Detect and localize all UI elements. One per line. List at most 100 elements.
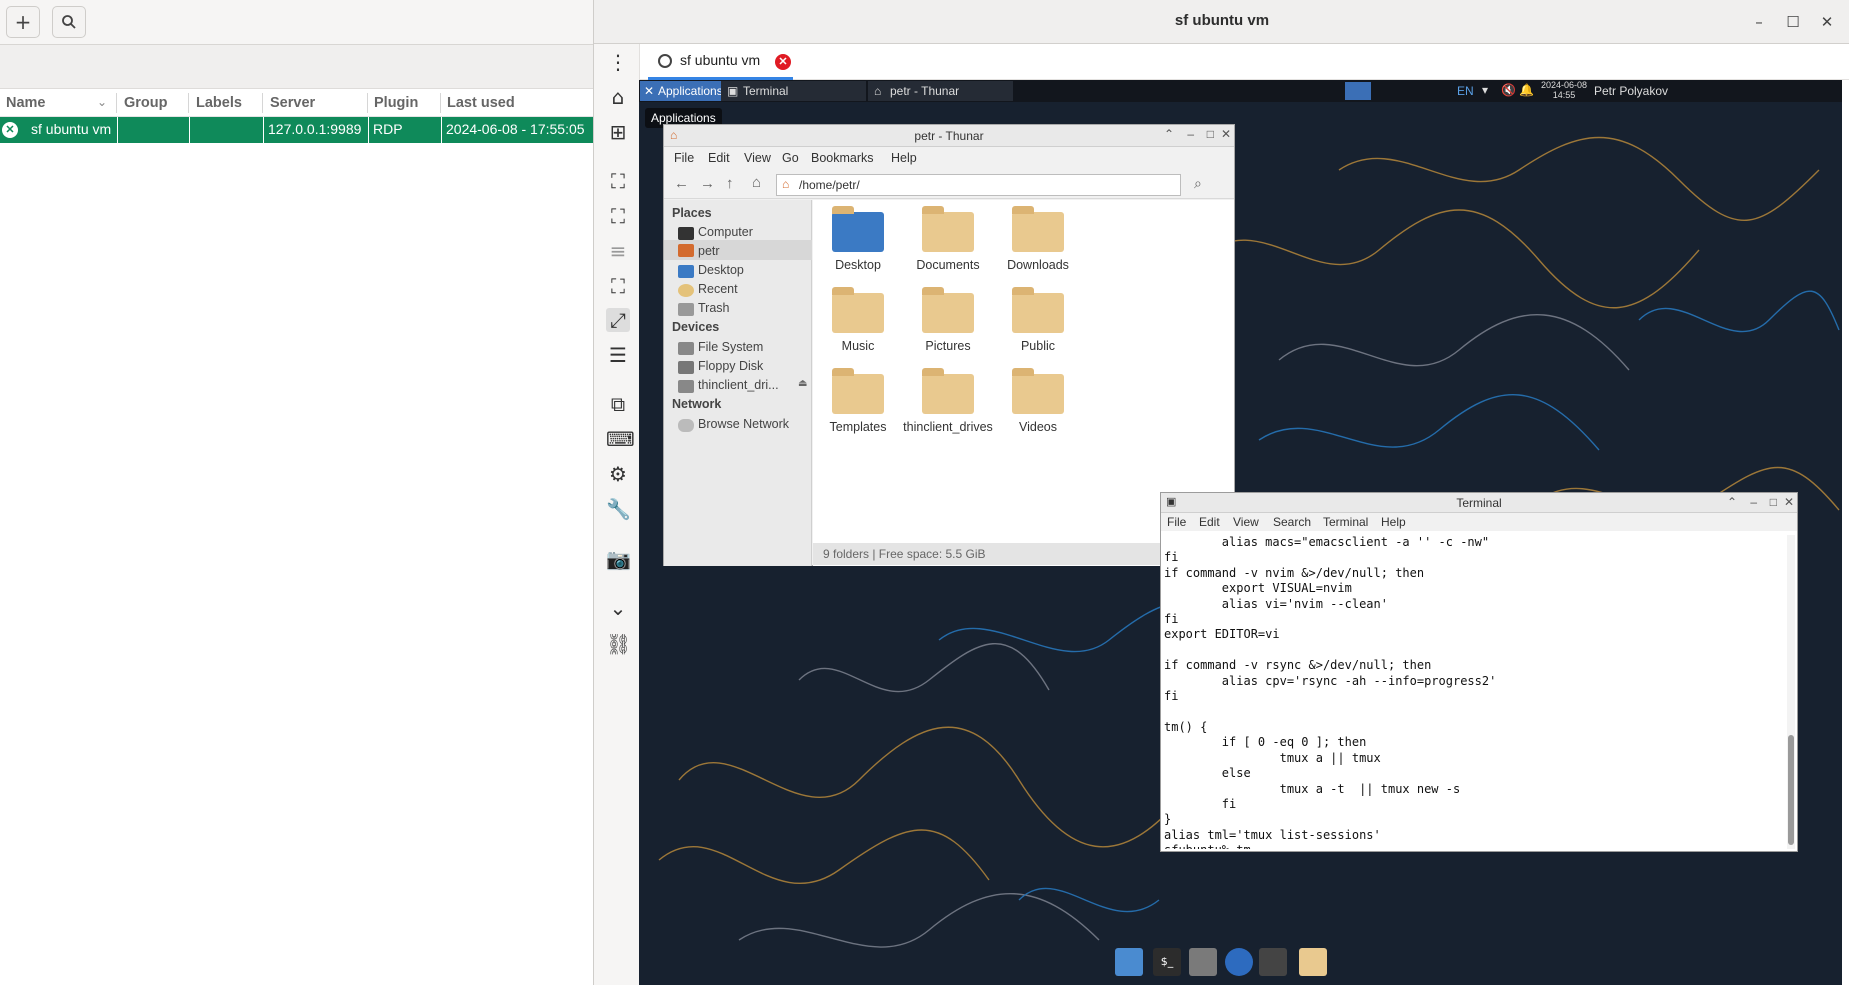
keyboard-layout[interactable]: EN — [1457, 84, 1474, 98]
terminal-line: alias macs="emacsclient -a '' -c -nw" — [1164, 535, 1490, 549]
shade-button[interactable]: ⌃ — [1727, 495, 1737, 509]
minimize-button[interactable]: – — [1187, 127, 1194, 141]
sidebar-item-file-system[interactable]: File System — [698, 340, 763, 354]
close-tab-icon[interactable]: ✕ — [775, 54, 791, 70]
sidebar-item-recent[interactable]: Recent — [698, 282, 738, 296]
folder-desktop[interactable]: Desktop — [813, 206, 903, 272]
sidebar-item-trash[interactable]: Trash — [698, 301, 730, 315]
taskbar-item-thunar[interactable]: ⌂ petr - Thunar — [868, 81, 1013, 101]
tab-sf-ubuntu-vm[interactable]: sf ubuntu vm ✕ — [648, 44, 793, 80]
terminal-line: if command -v nvim &>/dev/null; then — [1164, 565, 1425, 580]
minimize-chevron-icon[interactable]: ⌄ — [606, 596, 630, 620]
dynamic-resolution-icon[interactable]: ⤢ — [606, 308, 630, 332]
terminal-output[interactable]: alias macs="emacsclient -a '' -c -nw" fi i… — [1164, 535, 1780, 849]
sidebar-item-petr[interactable]: petr — [698, 244, 720, 258]
search-button[interactable] — [52, 6, 86, 38]
menu-view[interactable]: View — [744, 151, 771, 165]
disconnect-icon[interactable]: ⛓ — [606, 632, 631, 656]
auto-fit-icon[interactable]: ⛶ — [606, 169, 630, 193]
maximize-button[interactable]: ☐ — [1784, 13, 1802, 31]
network-icon[interactable]: ▾ — [1482, 83, 1488, 97]
eject-icon[interactable]: ⏏ — [798, 378, 807, 389]
menu-help[interactable]: Help — [1381, 515, 1406, 529]
minimize-button[interactable]: – — [1750, 495, 1757, 509]
show-desktop-icon[interactable] — [1115, 948, 1143, 976]
minimize-button[interactable]: – — [1750, 13, 1768, 31]
folder-pictures[interactable]: Pictures — [903, 287, 993, 353]
folder-downloads[interactable]: Downloads — [993, 206, 1083, 272]
file-manager-launcher-icon[interactable] — [1189, 948, 1217, 976]
column-group[interactable]: Group — [124, 95, 168, 111]
up-arrow-icon[interactable]: ↑ — [726, 175, 734, 192]
maximize-button[interactable]: □ — [1207, 127, 1214, 141]
tools-wrench-icon[interactable]: 🔧 — [606, 497, 631, 521]
scale-icon[interactable]: ⛶ — [606, 274, 630, 298]
terminal-scrollbar[interactable] — [1787, 535, 1795, 849]
menu-file[interactable]: File — [1167, 515, 1186, 529]
preferences-gear-icon[interactable]: ⚙ — [606, 462, 630, 486]
folder-videos[interactable]: Videos — [993, 368, 1083, 434]
clock[interactable]: 2024-06-08 14:55 — [1539, 80, 1589, 100]
menu-terminal[interactable]: Terminal — [1323, 515, 1368, 529]
close-button[interactable]: ✕ — [1221, 127, 1231, 141]
sidebar-item-desktop[interactable]: Desktop — [698, 263, 744, 277]
back-arrow-icon[interactable]: ← — [674, 175, 689, 192]
fullscreen-icon[interactable]: ⛶ — [606, 204, 630, 228]
search-icon[interactable]: ⌕ — [1194, 175, 1202, 192]
sidebar-item-browse-network[interactable]: Browse Network — [698, 417, 789, 431]
sidebar-item-thinclient-drives[interactable]: thinclient_dri... — [698, 378, 779, 392]
shade-button[interactable]: ⌃ — [1164, 127, 1174, 141]
screenshot-camera-icon[interactable]: 📷 — [606, 547, 631, 571]
menu-help[interactable]: Help — [891, 151, 917, 165]
folder-music[interactable]: Music — [813, 287, 903, 353]
workspace-switcher[interactable] — [1345, 82, 1371, 100]
maximize-button[interactable]: □ — [1770, 495, 1777, 509]
volume-muted-icon[interactable]: 🔇 — [1501, 83, 1516, 97]
home-icon[interactable]: ⌂ — [752, 174, 761, 191]
switch-tab-icon[interactable]: ⧉ — [606, 392, 630, 416]
menu-kebab-icon[interactable]: ⋮ — [606, 50, 630, 74]
home-icon[interactable]: ⌂ — [606, 85, 630, 109]
app-finder-icon[interactable] — [1259, 948, 1287, 976]
column-name[interactable]: Name — [6, 95, 46, 111]
menu-file[interactable]: File — [674, 151, 694, 165]
column-server[interactable]: Server — [270, 95, 315, 111]
forward-arrow-icon[interactable]: → — [700, 175, 715, 192]
taskbar-item-terminal[interactable]: ▣ Terminal — [721, 81, 866, 101]
menu-view[interactable]: View — [1233, 515, 1259, 529]
scroll-thumb[interactable] — [1788, 735, 1794, 845]
applications-menu-button[interactable]: ✕ Applications — [640, 81, 730, 101]
notification-bell-icon[interactable]: 🔔 — [1519, 83, 1534, 97]
new-tab-icon[interactable]: ⊞ — [606, 120, 630, 144]
connection-row[interactable]: ✕ sf ubuntu vm 127.0.0.1:9989 RDP 2024-0… — [0, 117, 593, 143]
folder-templates[interactable]: Templates — [813, 368, 903, 434]
terminal-launcher-icon[interactable]: $_ — [1153, 948, 1181, 976]
multimonitor-icon[interactable]: ≡ — [606, 239, 630, 263]
keyboard-icon[interactable]: ⌨ — [606, 427, 635, 451]
folder-thinclient-drives[interactable]: thinclient_drives — [903, 368, 993, 434]
user-menu[interactable]: Petr Polyakov — [1594, 84, 1668, 98]
terminal-line: fi — [1164, 550, 1179, 565]
folder-launcher-icon[interactable] — [1299, 948, 1327, 976]
column-last-used[interactable]: Last used — [447, 95, 515, 111]
remote-desktop[interactable]: ✕ Applications ▣ Terminal ⌂ petr - Thuna… — [639, 80, 1842, 985]
add-connection-button[interactable]: + — [6, 6, 40, 38]
column-labels[interactable]: Labels — [196, 95, 242, 111]
menu-bookmarks[interactable]: Bookmarks — [811, 151, 874, 165]
hamburger-icon[interactable]: ☰ — [606, 343, 630, 367]
column-plugin[interactable]: Plugin — [374, 95, 418, 111]
path-input[interactable]: ⌂ /home/petr/ — [776, 174, 1181, 196]
menu-edit[interactable]: Edit — [708, 151, 730, 165]
cell-border — [441, 117, 442, 143]
sidebar-item-floppy-disk[interactable]: Floppy Disk — [698, 359, 763, 373]
terminal-line: fi — [1164, 796, 1237, 811]
menu-edit[interactable]: Edit — [1199, 515, 1220, 529]
close-button[interactable]: ✕ — [1818, 13, 1836, 31]
folder-public[interactable]: Public — [993, 287, 1083, 353]
web-browser-icon[interactable] — [1225, 948, 1253, 976]
close-button[interactable]: ✕ — [1784, 495, 1794, 509]
menu-go[interactable]: Go — [782, 151, 799, 165]
folder-documents[interactable]: Documents — [903, 206, 993, 272]
sidebar-item-computer[interactable]: Computer — [698, 225, 753, 239]
menu-search[interactable]: Search — [1273, 515, 1311, 529]
